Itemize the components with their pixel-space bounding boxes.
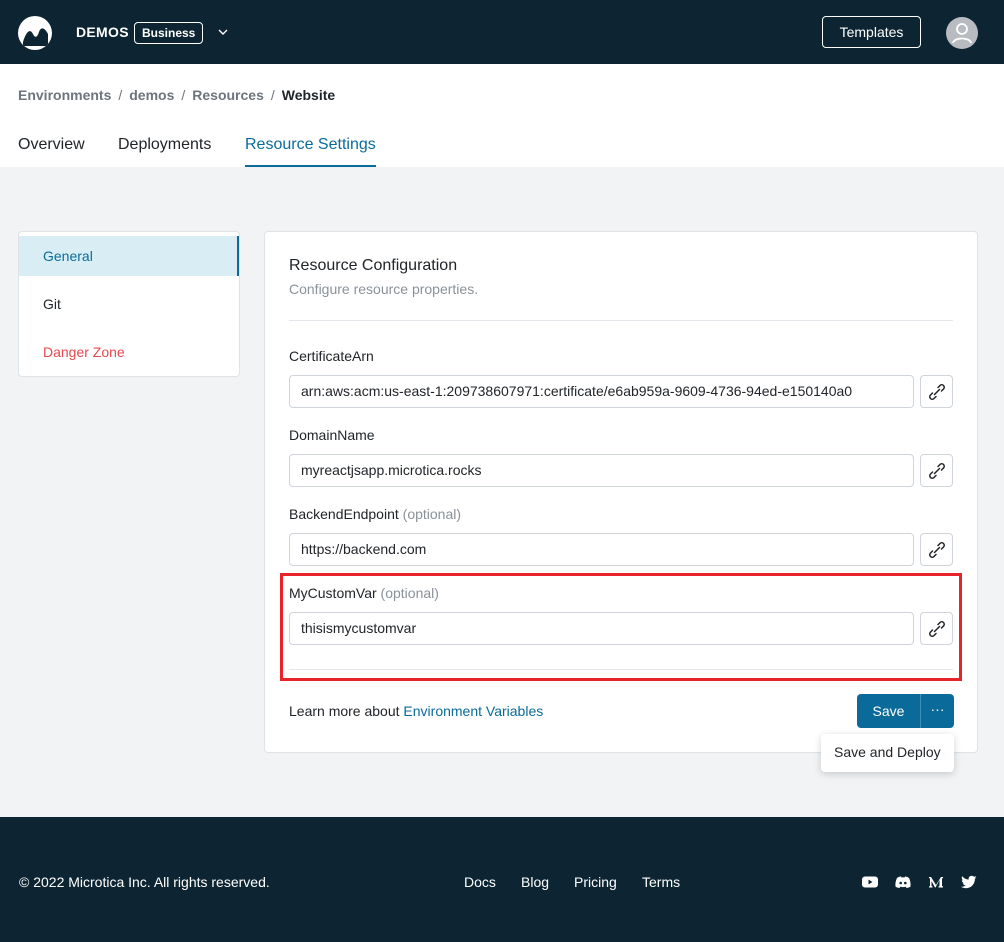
footer: © 2022 Microtica Inc. All rights reserve… bbox=[0, 817, 1004, 942]
breadcrumb-environments[interactable]: Environments bbox=[18, 87, 111, 103]
tab-resource-settings[interactable]: Resource Settings bbox=[245, 136, 376, 167]
templates-button[interactable]: Templates bbox=[822, 16, 921, 48]
footer-link-docs[interactable]: Docs bbox=[464, 874, 496, 890]
side-menu-git[interactable]: Git bbox=[19, 284, 239, 324]
user-avatar-icon[interactable] bbox=[946, 17, 978, 49]
side-menu-general[interactable]: General bbox=[19, 236, 239, 276]
tab-overview[interactable]: Overview bbox=[18, 136, 85, 167]
link-icon bbox=[929, 542, 945, 558]
field-label-text: BackendEndpoint bbox=[289, 506, 399, 522]
reference-link-button[interactable] bbox=[920, 454, 953, 487]
breadcrumb-separator: / bbox=[181, 87, 186, 103]
field-label-backend-endpoint: BackendEndpoint (optional) bbox=[289, 506, 461, 522]
field-label-certificate-arn: CertificateArn bbox=[289, 348, 374, 364]
chevron-down-icon[interactable] bbox=[216, 25, 230, 39]
youtube-icon[interactable] bbox=[861, 873, 879, 891]
backend-endpoint-input[interactable]: https://backend.com bbox=[289, 533, 914, 566]
card-title: Resource Configuration bbox=[289, 257, 458, 274]
microtica-logo-icon[interactable] bbox=[18, 16, 52, 50]
org-name[interactable]: DEMOS bbox=[76, 24, 129, 40]
medium-icon[interactable] bbox=[927, 873, 945, 891]
learn-more-text: Learn more about Environment Variables bbox=[289, 703, 543, 719]
settings-side-menu: General Git Danger Zone bbox=[18, 231, 240, 377]
save-button[interactable]: Save bbox=[857, 694, 920, 728]
link-icon bbox=[929, 384, 945, 400]
top-navbar: DEMOS Business Templates bbox=[0, 0, 1004, 64]
footer-link-blog[interactable]: Blog bbox=[521, 874, 549, 890]
breadcrumb-separator: / bbox=[270, 87, 275, 103]
discord-icon[interactable] bbox=[894, 873, 912, 891]
breadcrumb-demos[interactable]: demos bbox=[129, 87, 174, 103]
more-options-button[interactable]: ··· bbox=[920, 694, 954, 728]
tab-deployments[interactable]: Deployments bbox=[118, 136, 211, 167]
environment-variables-link[interactable]: Environment Variables bbox=[403, 703, 543, 719]
field-label-text: DomainName bbox=[289, 427, 375, 443]
footer-link-pricing[interactable]: Pricing bbox=[574, 874, 617, 890]
footer-link-terms[interactable]: Terms bbox=[642, 874, 680, 890]
save-and-deploy-menu-item[interactable]: Save and Deploy bbox=[821, 734, 954, 772]
field-label-domain-name: DomainName bbox=[289, 427, 375, 443]
breadcrumb-separator: / bbox=[118, 87, 123, 103]
divider bbox=[289, 320, 953, 321]
breadcrumb-resources[interactable]: Resources bbox=[192, 87, 264, 103]
learn-more-prefix: Learn more about bbox=[289, 703, 400, 719]
field-label-text: CertificateArn bbox=[289, 348, 374, 364]
copyright-text: © 2022 Microtica Inc. All rights reserve… bbox=[19, 874, 270, 890]
save-options-dropdown: Save and Deploy bbox=[821, 734, 954, 772]
certificate-arn-input[interactable]: arn:aws:acm:us-east-1:209738607971:certi… bbox=[289, 375, 914, 408]
link-icon bbox=[929, 463, 945, 479]
breadcrumb: Environments / demos / Resources / Website bbox=[18, 87, 335, 103]
breadcrumb-website: Website bbox=[281, 87, 336, 103]
domain-name-input[interactable]: myreactjsapp.microtica.rocks bbox=[289, 454, 914, 487]
card-subtitle: Configure resource properties. bbox=[289, 281, 479, 297]
plan-badge: Business bbox=[134, 22, 204, 44]
side-menu-danger-zone[interactable]: Danger Zone bbox=[19, 332, 239, 372]
highlight-annotation-box bbox=[280, 573, 962, 681]
reference-link-button[interactable] bbox=[920, 533, 953, 566]
optional-tag: (optional) bbox=[402, 506, 462, 522]
reference-link-button[interactable] bbox=[920, 375, 953, 408]
twitter-icon[interactable] bbox=[960, 873, 978, 891]
